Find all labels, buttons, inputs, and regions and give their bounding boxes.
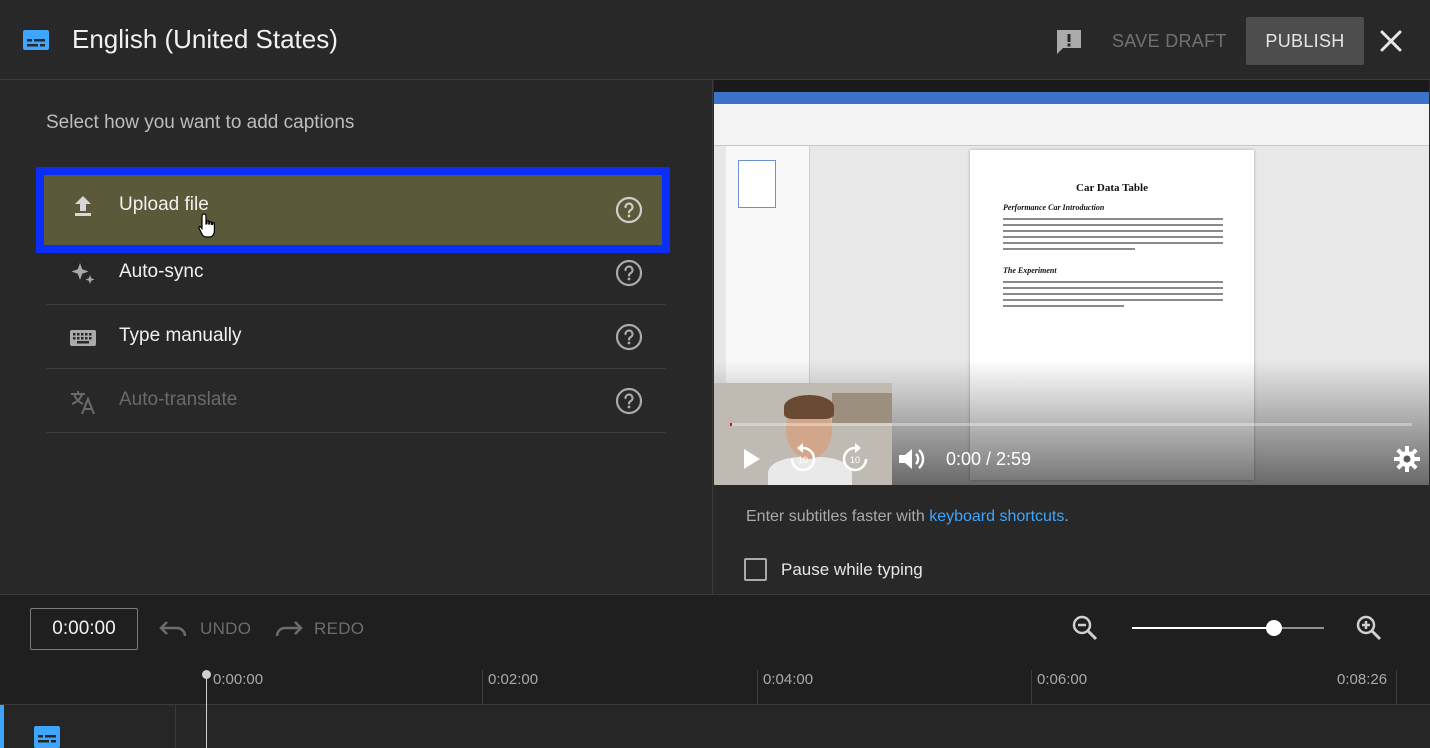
svg-text:10: 10 xyxy=(798,455,808,465)
ruler-tick xyxy=(482,670,483,704)
playhead[interactable] xyxy=(206,676,207,748)
doc-title: Car Data Table xyxy=(1076,182,1148,194)
type-manually-option[interactable]: Type manually xyxy=(46,305,666,369)
editor-header: English (United States) SAVE DRAFT PUBLI… xyxy=(0,0,1430,80)
publish-button[interactable]: PUBLISH xyxy=(1246,17,1364,65)
play-icon[interactable] xyxy=(734,442,768,476)
timeline-toolbar: 0:00:00 UNDO REDO xyxy=(0,594,1430,658)
type-manually-label: Type manually xyxy=(119,325,242,346)
save-draft-button[interactable]: SAVE DRAFT xyxy=(1096,17,1243,65)
ruler-label: 0:02:00 xyxy=(488,671,539,688)
auto-sync-option[interactable]: Auto-sync xyxy=(46,241,666,305)
pause-while-typing-label: Pause while typing xyxy=(781,560,923,579)
video-progress-bar[interactable] xyxy=(730,423,1412,426)
timecode-input[interactable]: 0:00:00 xyxy=(30,608,138,650)
undo-button[interactable]: UNDO xyxy=(200,619,251,639)
sparkle-icon xyxy=(71,263,95,284)
feedback-icon[interactable] xyxy=(1054,27,1084,57)
undo-icon[interactable] xyxy=(158,616,190,640)
video-time: 0:00 / 2:59 xyxy=(946,449,1032,469)
doc-heading: The Experiment xyxy=(1003,266,1057,275)
rewind-10-icon[interactable]: 10 xyxy=(786,442,820,476)
zoom-slider[interactable] xyxy=(1132,620,1324,636)
keyboard-shortcuts-hint: Enter subtitles faster with keyboard sho… xyxy=(746,508,1069,526)
close-icon[interactable] xyxy=(1374,24,1408,58)
keyboard-shortcuts-link[interactable]: keyboard shortcuts xyxy=(929,508,1064,525)
upload-icon xyxy=(75,196,91,216)
zoom-out-icon[interactable] xyxy=(1070,613,1100,643)
help-icon[interactable] xyxy=(614,195,644,225)
word-ribbon xyxy=(714,92,1429,146)
video-progress-fill xyxy=(730,423,732,426)
hand-cursor-icon xyxy=(198,213,215,238)
subtitles-icon xyxy=(23,30,49,50)
zoom-slider-fill xyxy=(1132,627,1275,629)
ribbon-title-strip xyxy=(714,92,1429,104)
redo-icon[interactable] xyxy=(272,616,304,640)
ruler-tick xyxy=(1396,670,1397,704)
caption-timeline[interactable]: 0:00:00 0:02:00 0:04:00 0:06:00 0:08:26 xyxy=(0,658,1430,748)
auto-translate-label: Auto-translate xyxy=(119,389,238,410)
playhead-handle[interactable] xyxy=(202,670,211,679)
help-icon[interactable] xyxy=(614,258,644,288)
keyboard-icon xyxy=(70,330,96,346)
subtitles-icon xyxy=(34,726,60,748)
ruler-label: 0:06:00 xyxy=(1037,671,1088,688)
svg-text:10: 10 xyxy=(850,455,860,465)
forward-10-icon[interactable]: 10 xyxy=(838,442,872,476)
hint-text: Enter subtitles faster with xyxy=(746,508,930,525)
ruler-label: 0:08:26 xyxy=(1337,671,1388,688)
doc-paragraph xyxy=(1003,218,1223,254)
bookshelf xyxy=(832,393,892,423)
help-icon[interactable] xyxy=(614,386,644,416)
preview-panel: Car Data Table Performance Car Introduct… xyxy=(712,80,1430,594)
zoom-in-icon[interactable] xyxy=(1354,613,1384,643)
redo-button[interactable]: REDO xyxy=(314,619,364,639)
settings-gear-icon[interactable] xyxy=(1390,442,1424,476)
mac-menu-bar xyxy=(714,80,1429,92)
zoom-slider-knob[interactable] xyxy=(1266,620,1283,636)
caption-method-prompt: Select how you want to add captions xyxy=(46,112,355,133)
ruler-tick xyxy=(757,670,758,704)
subtitle-track[interactable] xyxy=(0,705,1430,748)
track-accent xyxy=(0,705,4,748)
caption-method-panel: Select how you want to add captions Uplo… xyxy=(0,80,712,594)
auto-sync-label: Auto-sync xyxy=(119,261,204,282)
auto-translate-option[interactable]: Auto-translate xyxy=(46,369,666,433)
ruler-label: 0:04:00 xyxy=(763,671,814,688)
pause-while-typing-checkbox[interactable] xyxy=(744,558,767,581)
hint-end: . xyxy=(1064,508,1069,525)
translate-icon xyxy=(71,391,95,415)
track-separator xyxy=(175,705,176,748)
ruler-label: 0:00:00 xyxy=(213,671,264,688)
doc-paragraph xyxy=(1003,281,1223,311)
page-thumbnail xyxy=(738,160,776,208)
help-icon[interactable] xyxy=(614,322,644,352)
volume-icon[interactable] xyxy=(894,442,928,476)
presenter-hair xyxy=(784,395,834,419)
video-player[interactable]: Car Data Table Performance Car Introduct… xyxy=(714,80,1429,485)
upload-file-label: Upload file xyxy=(119,194,209,215)
language-title: English (United States) xyxy=(72,24,338,54)
doc-heading: Performance Car Introduction xyxy=(1003,203,1105,212)
ruler-tick xyxy=(1031,670,1032,704)
